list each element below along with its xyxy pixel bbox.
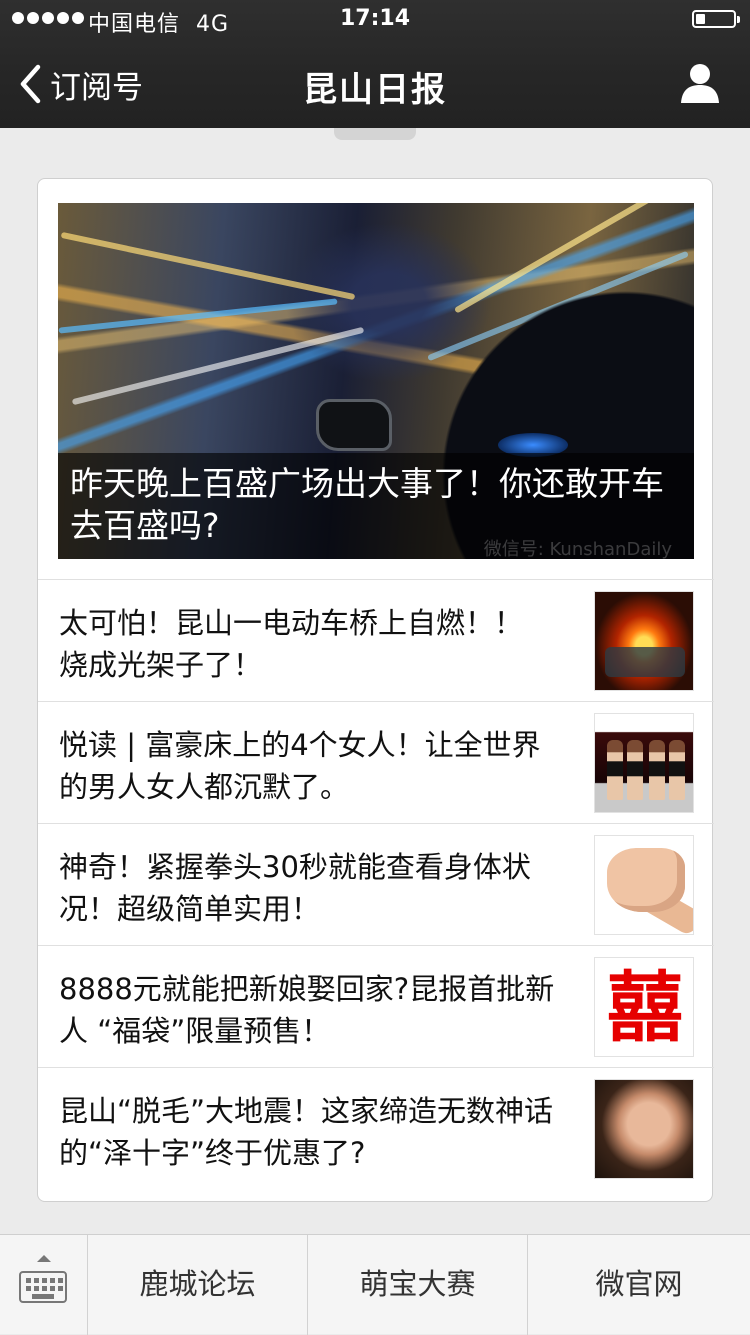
image-watermark: 微信号: KunshanDaily (483, 539, 672, 559)
menu-weiguanwang[interactable]: 微官网 (528, 1235, 750, 1335)
list-item[interactable]: 悦读 | 富豪床上的4个女人！让全世界的男人女人都沉默了。 (38, 701, 714, 823)
status-bar: 中国电信 4G 17:14 (0, 0, 750, 40)
arrow-up-icon (37, 1255, 51, 1262)
article-thumbnail (594, 835, 694, 935)
article-thumbnail (594, 1079, 694, 1179)
article-title: 神奇！紧握拳头30秒就能查看身体状况！超级简单实用！ (59, 850, 531, 926)
page-title: 昆山日报 (303, 70, 447, 110)
battery-level (696, 14, 705, 24)
list-item[interactable]: 8888元就能把新娘娶回家?昆报首批新人 “福袋”限量预售！ 囍 (38, 945, 714, 1067)
featured-article[interactable]: 昨天晚上百盛广场出大事了！你还敢开车去百盛吗? 微信号: KunshanDail… (58, 203, 694, 559)
keyboard-toggle-button[interactable] (0, 1235, 88, 1335)
car-mirror (316, 399, 392, 451)
pull-tab (334, 128, 416, 140)
article-title: 8888元就能把新娘娶回家?昆报首批新人 “福袋”限量预售！ (59, 972, 555, 1048)
light-streak (71, 326, 365, 406)
article-title: 昆山“脱毛”大地震！这家缔造无数神话的“泽十字”终于优惠了? (59, 1094, 554, 1170)
list-item[interactable]: 昆山“脱毛”大地震！这家缔造无数神话的“泽十字”终于优惠了? (38, 1067, 714, 1189)
light-streak (58, 298, 338, 334)
bottom-menu-bar: 鹿城论坛 萌宝大赛 微官网 (0, 1234, 750, 1335)
article-card: 昨天晚上百盛广场出大事了！你还敢开车去百盛吗? 微信号: KunshanDail… (37, 178, 714, 1202)
battery-icon (692, 10, 740, 28)
profile-icon[interactable] (680, 62, 720, 104)
menu-mengbaodasai[interactable]: 萌宝大赛 (308, 1235, 528, 1335)
article-title: 悦读 | 富豪床上的4个女人！让全世界的男人女人都沉默了。 (59, 728, 541, 804)
article-title: 太可怕！昆山一电动车桥上自燃！！ 烧成光架子了！ (59, 606, 524, 682)
keyboard-icon (19, 1271, 67, 1303)
menu-luchengluntan[interactable]: 鹿城论坛 (88, 1235, 308, 1335)
article-thumbnail: 囍 (594, 957, 694, 1057)
article-thumbnail (594, 591, 694, 691)
status-time: 17:14 (339, 6, 411, 31)
list-item[interactable]: 神奇！紧握拳头30秒就能查看身体状况！超级简单实用！ (38, 823, 714, 945)
article-thumbnail (594, 713, 694, 813)
list-item[interactable]: 太可怕！昆山一电动车桥上自燃！！ 烧成光架子了！ (38, 579, 714, 701)
navigation-bar: 订阅号 昆山日报 (0, 40, 750, 128)
light-streak (60, 231, 356, 301)
top-bar: 中国电信 4G 17:14 订阅号 昆山日报 (0, 0, 750, 128)
